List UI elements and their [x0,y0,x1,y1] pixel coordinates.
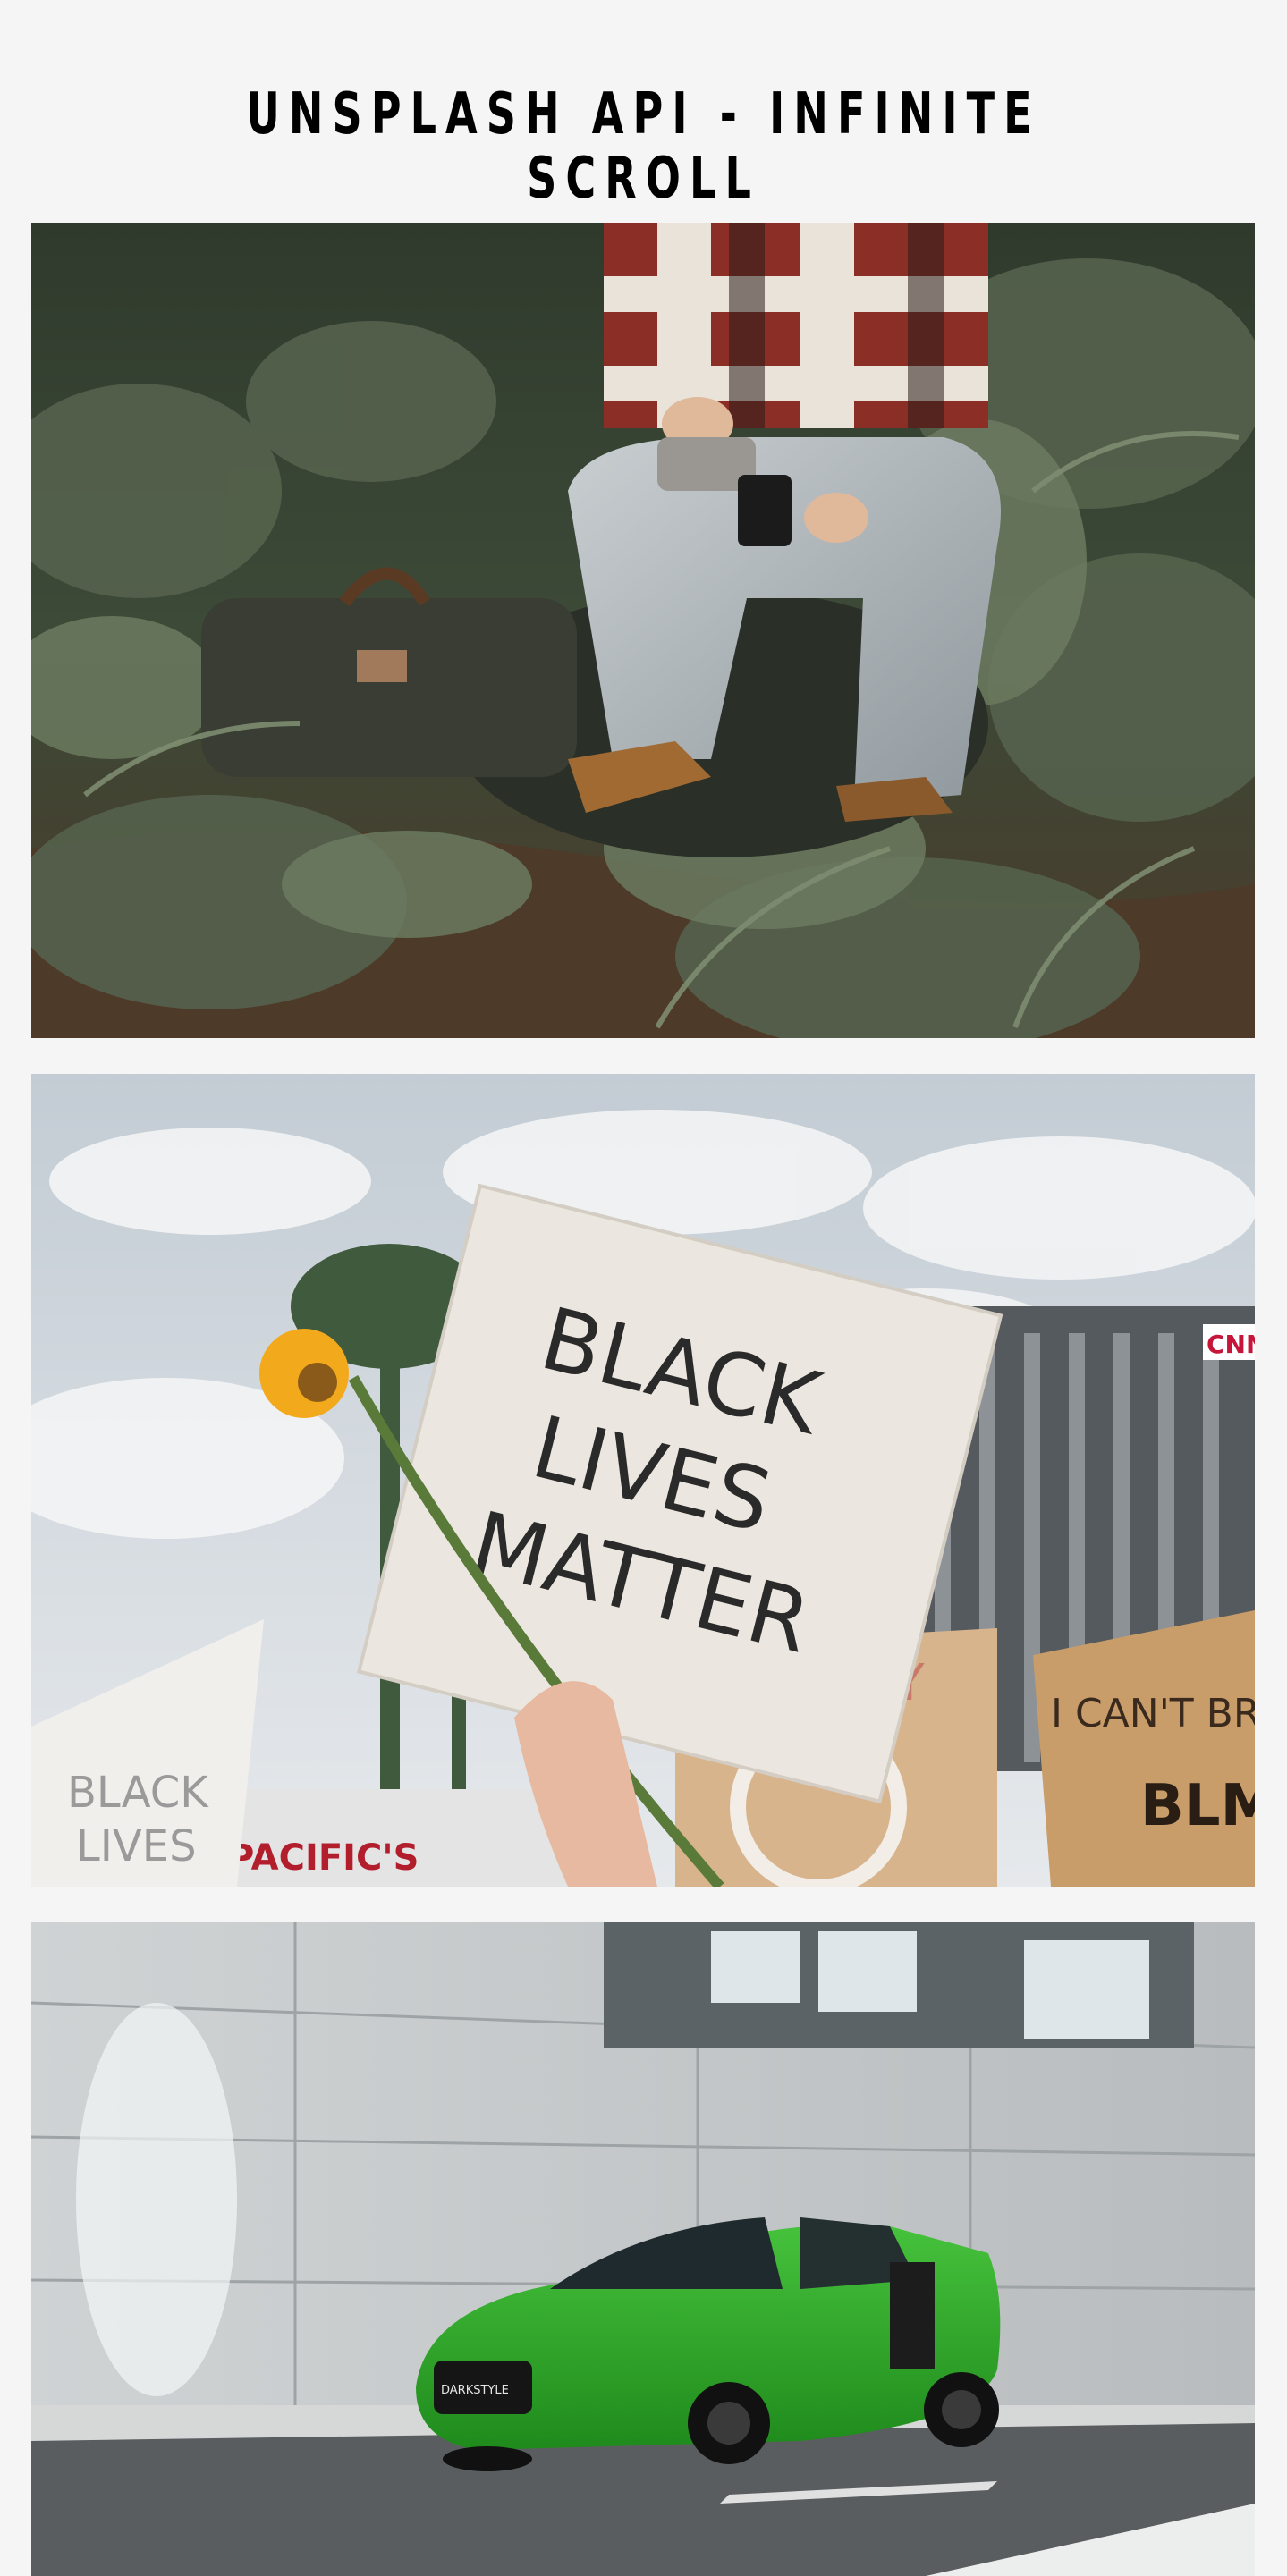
sign-left-black: BLACK [67,1768,209,1818]
cnn-logo-text: CNN [1207,1330,1255,1359]
page-title: UNSPLASH API - INFINITE SCROLL [246,81,1041,212]
sign-blm: BLM [1140,1773,1255,1839]
gallery-photo[interactable] [31,223,1255,1038]
sign-left-lives: LIVES [76,1821,197,1871]
storefront-sign: PACIFIC'S [228,1837,419,1879]
car-plate-text: DARKSTYLE [441,2384,509,2397]
gallery-photo[interactable]: CNN PACIFIC'S EVERY I CAN'T BR BLM BLACK… [31,1074,1255,1887]
sign-cant-breathe: I CAN'T BR [1051,1691,1255,1736]
photo-green-car: DARKSTYLE [31,1922,1255,2576]
photo-forest-coffee [31,223,1255,1038]
photo-protest-sign: CNN PACIFIC'S EVERY I CAN'T BR BLM BLACK… [31,1074,1255,1887]
gallery-photo[interactable]: DARKSTYLE [31,1922,1255,2576]
